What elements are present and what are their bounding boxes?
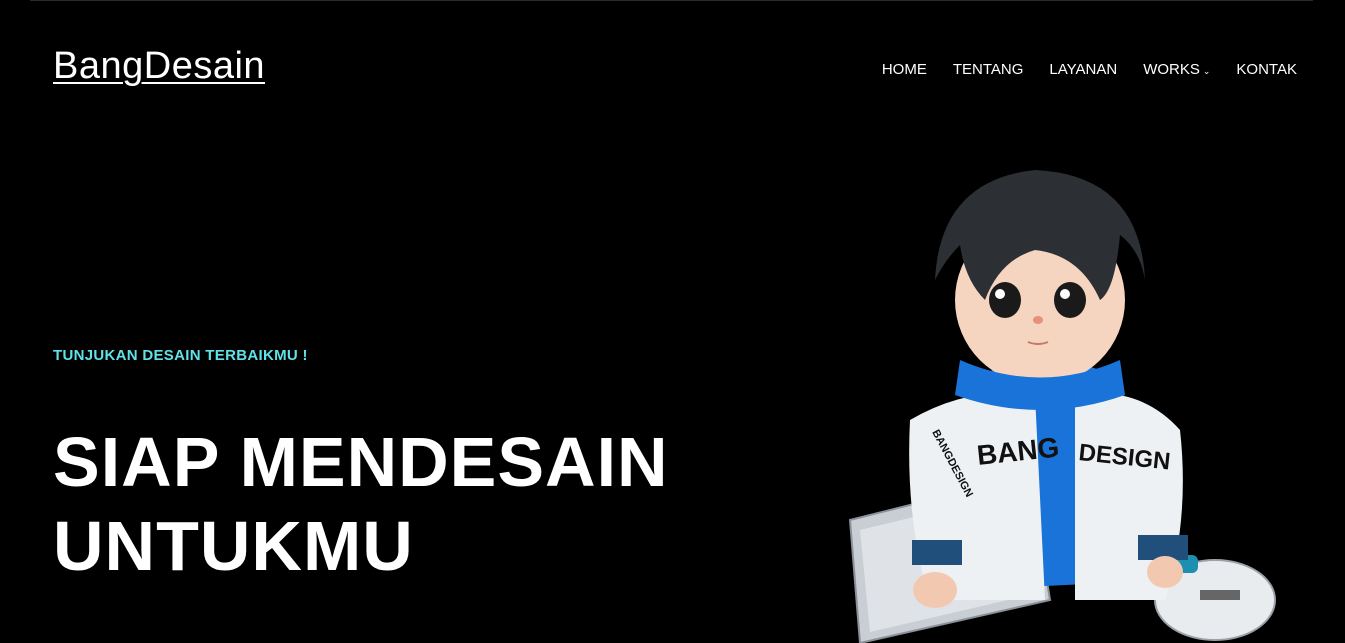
hero-headline-line2: UNTUKMU <box>53 507 414 585</box>
nav-kontak-label: KONTAK <box>1236 61 1297 78</box>
nav-home[interactable]: HOME <box>882 61 927 79</box>
nav-kontak[interactable]: KONTAK <box>1236 61 1297 79</box>
nav-layanan[interactable]: LAYANAN <box>1049 61 1117 79</box>
nav-works-label: WORKS <box>1143 61 1200 78</box>
hero-tagline: TUNJUKAN DESAIN TERBAIKMU ! <box>53 347 308 364</box>
page: BangDesain HOME TENTANG LAYANAN WORKS ⌄ … <box>0 0 1345 643</box>
nav-tentang[interactable]: TENTANG <box>953 61 1024 79</box>
main-nav: HOME TENTANG LAYANAN WORKS ⌄ KONTAK <box>856 61 1297 79</box>
nav-layanan-label: LAYANAN <box>1049 61 1118 78</box>
nav-tentang-label: TENTANG <box>952 61 1024 78</box>
nav-home-label: HOME <box>881 61 927 78</box>
character-illustration: BANG DESIGN BANGDESIGN <box>848 170 1276 643</box>
chevron-down-icon: ⌄ <box>1202 66 1211 76</box>
hero-headline: SIAP MENDESAIN UNTUKMU <box>53 420 773 588</box>
nav-works[interactable]: WORKS ⌄ <box>1143 61 1210 79</box>
site-logo[interactable]: BangDesain <box>53 44 265 90</box>
top-divider <box>30 0 1313 1</box>
hero-headline-line1: SIAP MENDESAIN <box>53 423 669 501</box>
